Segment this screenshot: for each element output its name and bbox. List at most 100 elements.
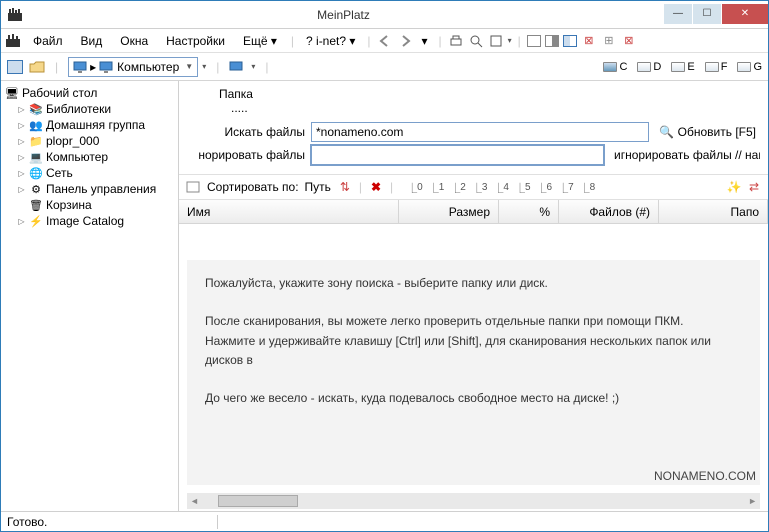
message-area: Пожалуйста, укажите зону поиска - выбери… [187, 260, 760, 485]
expand-icon[interactable]: ▷ [17, 169, 26, 178]
depth-1[interactable]: ⎿1 [429, 180, 445, 195]
col-folders[interactable]: Папо [659, 200, 768, 223]
expand-icon[interactable]: ▷ [17, 137, 26, 146]
scroll-right-icon[interactable]: ► [745, 496, 760, 506]
depth-7[interactable]: ⎿7 [558, 180, 574, 195]
path-display: Папка ..... [179, 81, 768, 117]
depth-0[interactable]: ⎿0 [407, 180, 423, 195]
depth-8[interactable]: ⎿8 [580, 180, 596, 195]
export-icon[interactable] [488, 33, 504, 49]
ignore-label: норировать файлы [187, 148, 305, 162]
drive-e[interactable]: E [671, 61, 694, 73]
col-name[interactable]: Имя [179, 200, 399, 223]
depth-2[interactable]: ⎿2 [450, 180, 466, 195]
layout1-icon[interactable] [527, 35, 541, 47]
expand-icon[interactable]: ▷ [17, 121, 26, 130]
menu-separator: | [518, 34, 521, 48]
combo-dropdown-icon[interactable]: ▼ [179, 62, 193, 71]
depth-6[interactable]: ⎿6 [537, 180, 553, 195]
wand-icon[interactable]: ✨ [726, 179, 742, 195]
combo-history-icon[interactable]: ▾ [202, 62, 206, 71]
tree-catalog[interactable]: ▷⚡Image Catalog [3, 213, 176, 229]
scroll-left-icon[interactable]: ◄ [187, 496, 202, 506]
sort-toolbar: Сортировать по: Путь ⇅ | ✖ | ⎿0 ⎿1 ⎿2 ⎿3… [179, 174, 768, 200]
col-files[interactable]: Файлов (#) [559, 200, 659, 223]
history-icon[interactable]: ▾ [417, 33, 433, 49]
sort-dir-icon[interactable]: ⇅ [337, 179, 353, 195]
expand-icon[interactable]: ▷ [17, 217, 26, 226]
close-left-icon[interactable]: ⊠ [581, 33, 597, 49]
scrollbar-thumb[interactable] [218, 495, 298, 507]
find-input[interactable] [311, 122, 649, 142]
tree-user[interactable]: ▷📁plopr_000 [3, 133, 176, 149]
depth-4[interactable]: ⎿4 [493, 180, 509, 195]
menu-windows[interactable]: Окна [112, 31, 156, 51]
path-label: Папка [219, 87, 760, 101]
menu-more[interactable]: Ещё ▾ [235, 31, 285, 51]
view-list-icon[interactable] [7, 60, 23, 74]
drive-view-icon[interactable] [229, 59, 245, 75]
depth-3[interactable]: ⎿3 [472, 180, 488, 195]
search-icon[interactable] [468, 33, 484, 49]
tree-desktop[interactable]: 🖥Рабочий стол [3, 85, 176, 101]
drive-g[interactable]: G [737, 61, 762, 73]
refresh-button[interactable]: 🔍 Обновить [F5] [655, 125, 760, 139]
minimize-button[interactable]: — [664, 4, 692, 24]
content-panel: Папка ..... Искать файлы 🔍 Обновить [F5]… [179, 81, 768, 511]
window-controls: — ☐ ✕ [664, 4, 768, 26]
drive-d[interactable]: D [637, 61, 661, 73]
layout-toolbar: ⊠ ⊞ ⊠ [527, 33, 637, 49]
tree-computer[interactable]: ▷💻Компьютер [3, 149, 176, 165]
layout2-icon[interactable] [545, 35, 559, 47]
print-icon[interactable] [448, 33, 464, 49]
folder-up-icon[interactable] [29, 59, 45, 75]
swap-icon[interactable]: ⇄ [746, 179, 762, 195]
toolbar-separator: | [55, 60, 58, 74]
drive-dropdown-icon[interactable]: ▾ [251, 62, 255, 71]
expand-icon[interactable]: ▷ [17, 185, 26, 194]
close-button[interactable]: ✕ [722, 4, 768, 24]
location-combo[interactable]: ▸ Компьютер ▼ [68, 57, 198, 77]
toolbar-separator: | [216, 60, 219, 74]
col-percent[interactable]: % [499, 200, 559, 223]
menu-inet[interactable]: ? i-net? ▾ [300, 31, 361, 51]
user-icon: 📁 [29, 134, 43, 148]
forward-icon[interactable] [397, 33, 413, 49]
tree-recycle[interactable]: 🗑Корзина [3, 197, 176, 213]
tree-control[interactable]: ▷⚙Панель управления [3, 181, 176, 197]
expand-icon[interactable]: ▷ [17, 153, 26, 162]
horizontal-scrollbar[interactable]: ◄ ► [187, 493, 760, 509]
menu-file[interactable]: Файл [25, 31, 71, 51]
ignore-input[interactable] [311, 145, 604, 165]
column-headers: Имя Размер % Файлов (#) Папо [179, 200, 768, 224]
tree-homegroup[interactable]: ▷👥Домашняя группа [3, 117, 176, 133]
drive-f[interactable]: F [705, 61, 728, 73]
layout3-icon[interactable] [563, 35, 577, 47]
path-value: ..... [219, 101, 760, 115]
menu-separator: | [367, 34, 370, 48]
dropdown-icon[interactable]: ▾ [508, 36, 512, 45]
drive-c[interactable]: C [603, 61, 627, 73]
col-size[interactable]: Размер [399, 200, 499, 223]
split-icon[interactable]: ⊞ [601, 33, 617, 49]
homegroup-icon: 👥 [29, 118, 43, 132]
menu-view[interactable]: Вид [73, 31, 111, 51]
depth-5[interactable]: ⎿5 [515, 180, 531, 195]
app-menu-icon[interactable] [5, 33, 21, 49]
drive-list: C D E F G [603, 61, 762, 73]
expand-icon[interactable]: ▷ [17, 105, 26, 114]
nav-toolbar: ▾ [377, 33, 433, 49]
maximize-button[interactable]: ☐ [693, 4, 721, 24]
menu-settings[interactable]: Настройки [158, 31, 233, 51]
tree-network[interactable]: ▷🌐Сеть [3, 165, 176, 181]
sort-icon[interactable] [185, 179, 201, 195]
search-panel: Искать файлы 🔍 Обновить [F5] норировать … [179, 117, 768, 174]
back-icon[interactable] [377, 33, 393, 49]
close-right-icon[interactable]: ⊠ [621, 33, 637, 49]
delete-icon[interactable]: ✖ [368, 179, 384, 195]
ignore-hint: игнорировать файлы // нап [610, 148, 760, 162]
sort-by[interactable]: Путь [305, 180, 331, 194]
tree-libraries[interactable]: ▷📚Библиотеки [3, 101, 176, 117]
find-label: Искать файлы [187, 125, 305, 139]
app-icon [7, 7, 23, 23]
